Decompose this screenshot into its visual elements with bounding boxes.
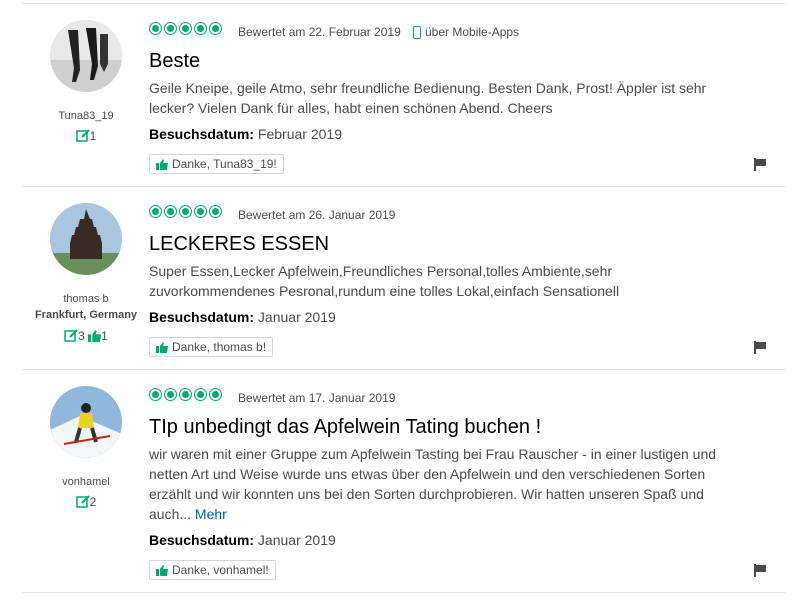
- username[interactable]: Tuna83_19: [20, 110, 152, 122]
- review-title[interactable]: Beste: [149, 50, 200, 73]
- user-avatar[interactable]: [50, 20, 122, 92]
- user-location: Frankfurt, Germany: [34, 309, 138, 321]
- via-mobile-label: über Mobile-Apps: [425, 25, 520, 39]
- bubble-rating-icon: [149, 388, 222, 404]
- username[interactable]: vonhamel: [20, 476, 152, 488]
- thanks-label: Danke, vonhamel!: [172, 563, 269, 577]
- visit-date-value: Januar 2019: [257, 309, 336, 325]
- thumbs-up-icon: [156, 564, 168, 576]
- review-card: thomas b Frankfurt, Germany 3 1 Bewertet…: [0, 187, 808, 370]
- review-body-text: wir waren mit einer Gruppe zum Apfelwein…: [149, 446, 717, 522]
- bubble-rating-icon: [149, 205, 222, 221]
- user-avatar[interactable]: [50, 203, 122, 275]
- contribution-count: 3: [78, 329, 85, 343]
- avatar-photo-icon: [50, 20, 122, 92]
- contribution-icon: [75, 129, 90, 145]
- username[interactable]: thomas b: [20, 293, 152, 305]
- contribution-count: 2: [89, 495, 97, 509]
- thumbs-up-icon: [156, 158, 168, 170]
- user-stats: 1: [20, 129, 152, 145]
- visit-label: Besuchsdatum:: [149, 532, 255, 548]
- more-link[interactable]: Mehr: [195, 506, 227, 522]
- flag-icon[interactable]: [753, 157, 767, 171]
- review-title[interactable]: TIp unbedingt das Apfelwein Tating buche…: [149, 416, 541, 439]
- review-card: vonhamel 2 Bewertet am 17. Januar 2019 T…: [0, 370, 808, 600]
- visit-date: Besuchsdatum: Januar 2019: [149, 532, 336, 548]
- via-mobile: über Mobile-Apps: [413, 25, 519, 39]
- visit-date: Besuchsdatum: Februar 2019: [149, 126, 342, 142]
- contribution-icon: [64, 329, 78, 345]
- avatar-photo-icon: [50, 386, 122, 458]
- visit-date-value: Januar 2019: [257, 532, 336, 548]
- thanks-button[interactable]: Danke, thomas b!: [149, 337, 274, 357]
- review-date: Bewertet am 22. Februar 2019: [238, 25, 401, 39]
- user-avatar[interactable]: [50, 386, 122, 458]
- divider: [22, 592, 785, 593]
- visit-date-value: Februar 2019: [257, 126, 342, 142]
- review-date: Bewertet am 17. Januar 2019: [238, 391, 396, 405]
- visit-date: Besuchsdatum: Januar 2019: [149, 309, 336, 325]
- user-stats: 3 1: [20, 329, 152, 345]
- review-body: Geile Kneipe, geile Atmo, sehr freundlic…: [149, 80, 707, 116]
- visit-label: Besuchsdatum:: [149, 309, 255, 325]
- helpful-thumb-icon: [88, 330, 102, 345]
- user-stats: 2: [20, 495, 152, 511]
- thanks-button[interactable]: Danke, vonhamel!: [149, 560, 276, 580]
- thanks-label: Danke, Tuna83_19!: [172, 157, 277, 171]
- contribution-icon: [75, 495, 90, 511]
- thanks-button[interactable]: Danke, Tuna83_19!: [149, 154, 284, 174]
- bubble-rating-icon: [149, 22, 222, 38]
- flag-icon[interactable]: [753, 340, 767, 354]
- review-title[interactable]: LECKERES ESSEN: [149, 233, 329, 256]
- review-date: Bewertet am 26. Januar 2019: [238, 208, 396, 222]
- visit-label: Besuchsdatum:: [149, 126, 255, 142]
- flag-icon[interactable]: [753, 563, 767, 577]
- review-body: wir waren mit einer Gruppe zum Apfelwein…: [149, 444, 739, 524]
- contribution-count: 1: [89, 129, 97, 143]
- mobile-phone-icon: [413, 25, 421, 39]
- avatar-photo-icon: [50, 203, 122, 275]
- review-body: Super Essen,Lecker Apfelwein,Freundliche…: [149, 263, 620, 299]
- helpful-votes-count: 1: [101, 329, 108, 343]
- review-card: Tuna83_19 1 Bewertet am 22. Februar 2019…: [0, 4, 808, 187]
- thumbs-up-icon: [156, 341, 168, 353]
- thanks-label: Danke, thomas b!: [172, 340, 267, 354]
